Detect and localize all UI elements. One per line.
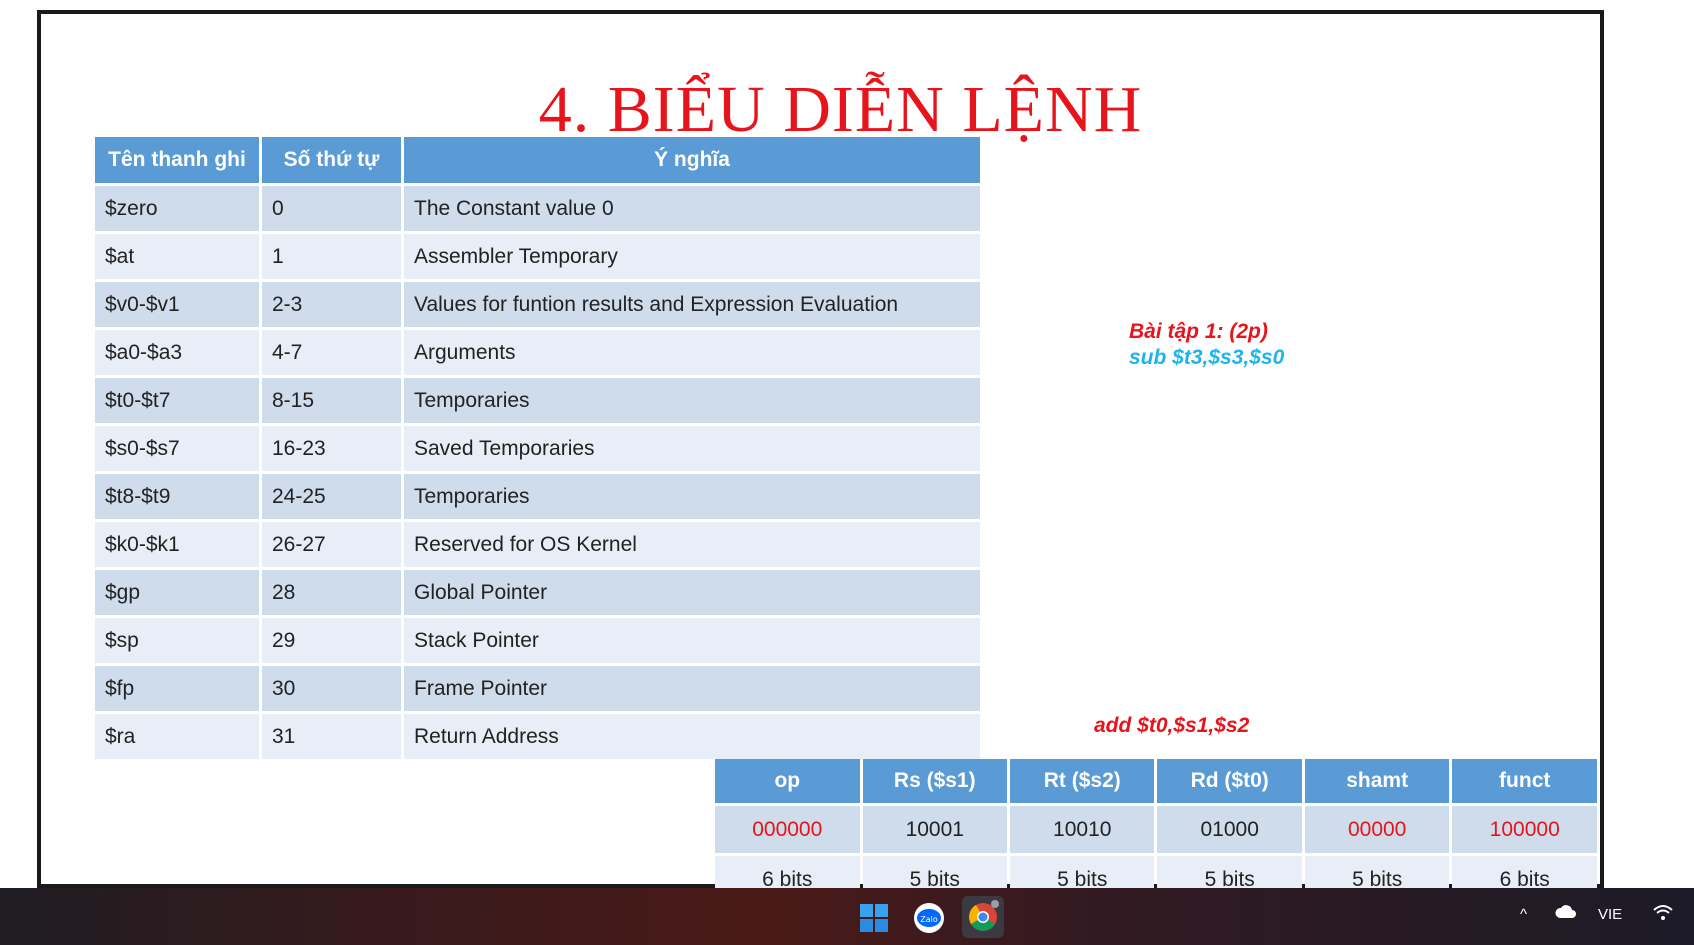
register-name-cell: $gp xyxy=(95,570,259,618)
register-meaning-cell: Assembler Temporary xyxy=(404,234,980,282)
table-row: $k0-$k1 26-27 Reserved for OS Kernel xyxy=(95,522,980,570)
register-name-cell: $fp xyxy=(95,666,259,714)
format-field-bits: 100000 xyxy=(1452,806,1597,856)
chrome-icon[interactable] xyxy=(962,896,1004,938)
register-meaning-cell: Values for funtion results and Expressio… xyxy=(404,282,980,330)
table-row: $gp 28 Global Pointer xyxy=(95,570,980,618)
chevron-up-icon[interactable]: ^ xyxy=(1520,906,1527,923)
register-meaning-cell: Temporaries xyxy=(404,474,980,522)
register-number-cell: 29 xyxy=(262,618,401,666)
register-name-cell: $s0-$s7 xyxy=(95,426,259,474)
register-meaning-cell: Reserved for OS Kernel xyxy=(404,522,980,570)
zalo-label: Zalo xyxy=(920,915,938,924)
format-field-header: shamt xyxy=(1304,759,1450,806)
format-field-header: funct xyxy=(1452,759,1597,806)
register-name-cell: $k0-$k1 xyxy=(95,522,259,570)
register-table: Tên thanh ghi Số thứ tự Ý nghĩa $zero 0 Th… xyxy=(92,137,983,762)
register-meaning-cell: Temporaries xyxy=(404,378,980,426)
exercise-note: Bài tập 1: (2p) sub $t3,$s3,$s0 xyxy=(1129,319,1284,371)
col-header-meaning: Ý nghĩa xyxy=(404,137,980,186)
register-meaning-cell: Frame Pointer xyxy=(404,666,980,714)
format-field-header: Rt ($s2) xyxy=(1010,759,1155,806)
register-name-cell: $t8-$t9 xyxy=(95,474,259,522)
format-field-bits: 000000 xyxy=(715,806,860,856)
register-number-cell: 2-3 xyxy=(262,282,401,330)
register-meaning-cell: The Constant value 0 xyxy=(404,186,980,234)
exercise-instruction: sub $t3,$s3,$s0 xyxy=(1129,346,1285,369)
windows-start-icon[interactable] xyxy=(858,902,890,934)
register-name-cell: $at xyxy=(95,234,259,282)
language-indicator[interactable]: VIE xyxy=(1598,906,1622,923)
exercise-label: Bài tập 1: (2p) xyxy=(1129,320,1268,343)
table-row: $a0-$a3 4-7 Arguments xyxy=(95,330,980,378)
col-header-number: Số thứ tự xyxy=(262,137,401,186)
register-meaning-cell: Return Address xyxy=(404,714,980,762)
format-field-header: Rs ($s1) xyxy=(862,759,1007,806)
table-row: $zero 0 The Constant value 0 xyxy=(95,186,980,234)
register-name-cell: $ra xyxy=(95,714,259,762)
register-number-cell: 0 xyxy=(262,186,401,234)
format-field-bits: 10010 xyxy=(1010,806,1155,856)
wifi-icon[interactable] xyxy=(1652,904,1674,926)
example-instruction: add $t0,$s1,$s2 xyxy=(1094,714,1250,737)
table-row: $s0-$s7 16-23 Saved Temporaries xyxy=(95,426,980,474)
format-field-bits: 01000 xyxy=(1157,806,1302,856)
format-field-header: op xyxy=(715,759,860,806)
register-name-cell: $zero xyxy=(95,186,259,234)
register-name-cell: $a0-$a3 xyxy=(95,330,259,378)
register-number-cell: 16-23 xyxy=(262,426,401,474)
register-number-cell: 31 xyxy=(262,714,401,762)
register-number-cell: 8-15 xyxy=(262,378,401,426)
format-field-bits: 00000 xyxy=(1304,806,1450,856)
register-number-cell: 26-27 xyxy=(262,522,401,570)
table-row: $at 1 Assembler Temporary xyxy=(95,234,980,282)
register-number-cell: 24-25 xyxy=(262,474,401,522)
table-row: $ra 31 Return Address xyxy=(95,714,980,762)
table-row: $t0-$t7 8-15 Temporaries xyxy=(95,378,980,426)
register-meaning-cell: Stack Pointer xyxy=(404,618,980,666)
table-row: $fp 30 Frame Pointer xyxy=(95,666,980,714)
presentation-slide: 4. BIỂU DIỄN LỆNH Tên thanh ghi Số thứ t… xyxy=(37,10,1604,906)
register-number-cell: 1 xyxy=(262,234,401,282)
register-meaning-cell: Arguments xyxy=(404,330,980,378)
format-field-bits: 10001 xyxy=(862,806,1007,856)
register-name-cell: $sp xyxy=(95,618,259,666)
table-row: $v0-$v1 2-3 Values for funtion results and… xyxy=(95,282,980,330)
zalo-icon[interactable]: Zalo xyxy=(913,902,945,934)
register-number-cell: 30 xyxy=(262,666,401,714)
register-name-cell: $v0-$v1 xyxy=(95,282,259,330)
register-number-cell: 4-7 xyxy=(262,330,401,378)
taskbar: Zalo ^ VIE xyxy=(0,888,1694,945)
instruction-format-table: op Rs ($s1) Rt ($s2) Rd ($t0) shamt funct 000… xyxy=(712,759,1600,906)
cloud-icon[interactable] xyxy=(1555,904,1577,924)
register-name-cell: $t0-$t7 xyxy=(95,378,259,426)
format-field-header: Rd ($t0) xyxy=(1157,759,1302,806)
register-number-cell: 28 xyxy=(262,570,401,618)
table-row: $sp 29 Stack Pointer xyxy=(95,618,980,666)
col-header-register-name: Tên thanh ghi xyxy=(95,137,259,186)
register-meaning-cell: Global Pointer xyxy=(404,570,980,618)
table-row: $t8-$t9 24-25 Temporaries xyxy=(95,474,980,522)
register-meaning-cell: Saved Temporaries xyxy=(404,426,980,474)
